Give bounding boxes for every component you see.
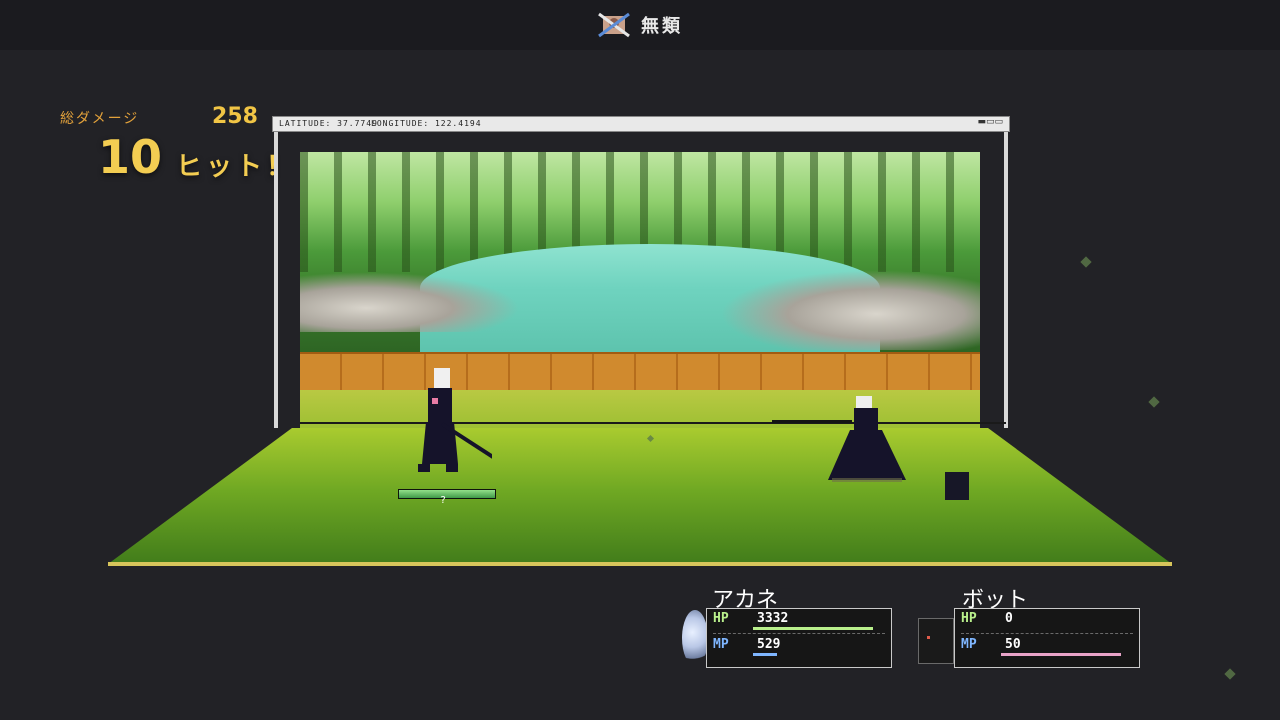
stage-window-titlebar: LATITUDE: 37.7749 LONGITUDE: 122.4194 ▬▭… (272, 116, 1010, 132)
stage-floor-edge (108, 562, 1172, 566)
player-field-hp-fill (399, 490, 495, 498)
crossed-portrait-icon (598, 12, 630, 38)
window-controls[interactable]: ▬▭▭ (977, 117, 1003, 127)
enemy-block (945, 472, 969, 500)
falling-leaf (1148, 396, 1160, 408)
combo-hit-count: 10 (98, 130, 163, 184)
enemy-mp-value: 50 (1005, 637, 1021, 652)
player-status-panel: HP 3332 MP 529 (706, 608, 892, 668)
forest-backdrop (300, 152, 980, 352)
stage-post-left (274, 132, 278, 428)
enemy-hp-label: HP (961, 611, 977, 626)
longitude-readout: LONGITUDE: 122.4194 (371, 119, 482, 128)
player-portrait (682, 610, 708, 666)
player-hp-bar (753, 627, 873, 630)
falling-leaf (1224, 668, 1236, 680)
player-mp-value: 529 (757, 637, 781, 652)
player-hp-label: HP (713, 611, 729, 626)
player-field-hp-bar (398, 489, 496, 499)
stage-floor-grass (108, 428, 1172, 564)
rocks-left (300, 272, 520, 332)
enemy-mp-bar (1001, 653, 1121, 656)
enemy-portrait (918, 618, 954, 664)
player-mp-bar (753, 653, 777, 656)
enemy-mp-label: MP (961, 637, 977, 652)
player-sprite (418, 368, 492, 472)
enemy-sprite (828, 396, 906, 482)
player-mp-row: MP 529 (713, 635, 885, 661)
enemy-status-panel: HP 0 MP 50 (954, 608, 1140, 668)
latitude-readout: LATITUDE: 37.7749 (279, 119, 378, 128)
player-hp-value: 3332 (757, 611, 789, 626)
player-mp-label: MP (713, 637, 729, 652)
divider (961, 633, 1133, 634)
combo-damage-value: 258 (212, 104, 258, 129)
wooden-boardwalk (300, 352, 980, 395)
combo-hit-suffix: ヒット！ (176, 152, 297, 182)
stage-post-right (1004, 132, 1008, 428)
player-field-marker: ? (440, 495, 447, 506)
player-hp-row: HP 3332 (713, 609, 885, 635)
enemy-hp-value: 0 (1005, 611, 1013, 626)
header: 無類 (0, 0, 1280, 50)
enemy-hp-row: HP 0 (961, 609, 1133, 635)
divider (713, 633, 885, 634)
enemy-portrait-marker (927, 636, 930, 639)
enemy-mp-row: MP 50 (961, 635, 1133, 661)
page-title: 無類 (641, 16, 683, 37)
falling-leaf (1080, 256, 1092, 268)
combo-damage-label: 総ダメージ (60, 111, 140, 127)
rocks-right (720, 270, 980, 350)
